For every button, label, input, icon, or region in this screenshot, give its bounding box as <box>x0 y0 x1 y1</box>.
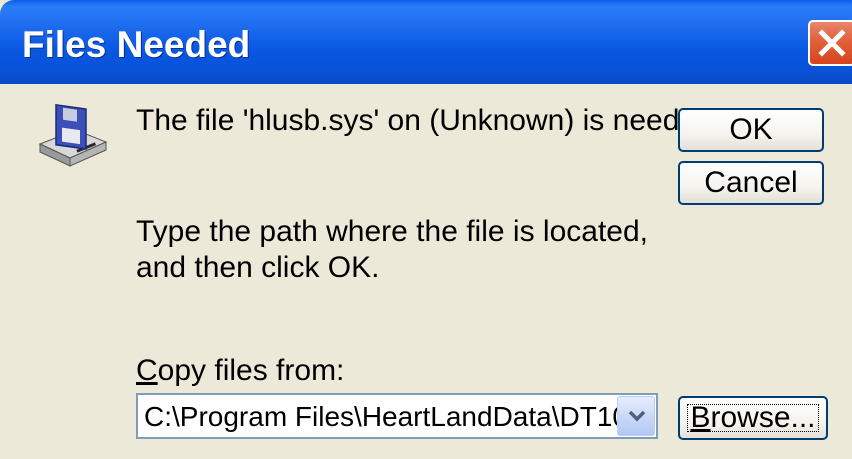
files-needed-dialog: Files Needed The file 'hlusb.sys' on (Un… <box>0 0 852 459</box>
copy-path-combobox[interactable]: C:\Program Files\HeartLandData\DT10\driv… <box>136 393 658 439</box>
browse-text: rowse... <box>710 401 816 434</box>
window-title: Files Needed <box>22 24 251 65</box>
title-bar[interactable]: Files Needed <box>0 0 852 84</box>
copy-label-text: opy files from: <box>157 354 345 387</box>
close-button[interactable] <box>808 20 852 66</box>
ok-button[interactable]: OK <box>678 108 824 152</box>
floppy-disk-drive-icon <box>38 103 108 167</box>
message-file-needed: The file 'hlusb.sys' on (Unknown) is nee… <box>136 104 722 137</box>
message-instructions: Type the path where the file is located,… <box>136 215 648 284</box>
dropdown-button[interactable] <box>617 396 655 436</box>
cancel-button[interactable]: Cancel <box>678 161 824 205</box>
close-x-icon <box>818 29 846 57</box>
browse-label: Browse... <box>690 401 815 434</box>
copy-path-input[interactable]: C:\Program Files\HeartLandData\DT10\driv… <box>144 399 618 435</box>
chevron-down-icon <box>628 410 646 422</box>
browse-button[interactable]: Browse... <box>678 396 828 440</box>
browse-accelerator: B <box>690 401 711 434</box>
copy-label-accelerator: C <box>136 354 158 387</box>
copy-files-from-label: Copy files from: <box>136 353 344 389</box>
